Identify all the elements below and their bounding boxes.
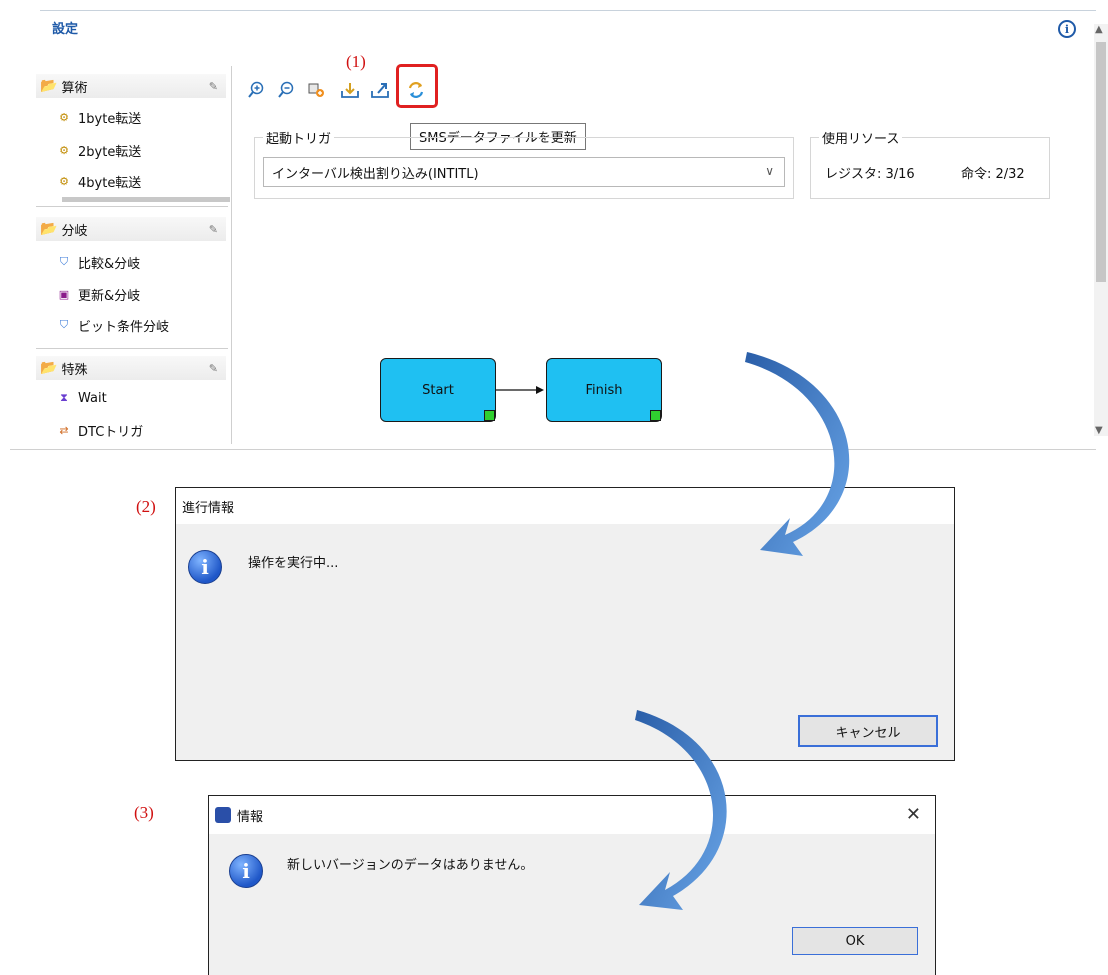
add-node-icon[interactable] — [306, 80, 326, 100]
step-label-2: (2) — [136, 497, 156, 516]
export-icon[interactable] — [370, 80, 390, 100]
gear-icon: ⚙ — [59, 110, 69, 124]
palette-section-special[interactable]: 📂 特殊 ✎ — [36, 356, 226, 380]
info-dialog: 情報 ✕ i 新しいバージョンのデータはありません。 OK — [208, 795, 936, 975]
curved-arrow-2 — [635, 710, 727, 910]
editor-title: 設定 — [52, 22, 79, 37]
flow-node-label: Start — [422, 382, 454, 398]
pin-icon[interactable]: ✎ — [209, 362, 218, 375]
palette-item-label: 2byte転送 — [78, 144, 142, 160]
palette: 📂 算術 ✎ ⚙ 1byte転送 ⚙ 2byte転送 ⚙ 4byte転送 📂 分… — [36, 66, 232, 444]
palette-section-label: 分岐 — [61, 223, 88, 239]
palette-item-2byte[interactable]: ⚙ 2byte転送 — [56, 139, 141, 161]
palette-scroll-indicator[interactable] — [62, 197, 230, 202]
node-port-icon[interactable] — [484, 410, 495, 421]
gear-icon: ⚙ — [59, 174, 69, 188]
palette-item-update-branch[interactable]: ▣ 更新&分岐 — [56, 283, 140, 305]
pin-icon[interactable]: ✎ — [209, 80, 218, 93]
palette-section-branch[interactable]: 📂 分岐 ✎ — [36, 217, 226, 241]
folder-icon: 📂 — [40, 78, 58, 94]
trigger-select[interactable]: インターバル検出割り込み(INTITL) ∨ — [263, 157, 785, 187]
folder-icon: 📂 — [40, 221, 58, 237]
flow-connector — [496, 386, 544, 394]
resources-group: 使用リソース レジスタ: 3/16 命令: 2/32 — [810, 128, 1050, 199]
register-usage: レジスタ: 3/16 — [825, 167, 915, 182]
step-label-3: (3) — [134, 803, 154, 822]
flow-node-label: Finish — [585, 382, 623, 398]
palette-item-label: Wait — [78, 390, 107, 406]
palette-item-compare-branch[interactable]: ⛉ 比較&分岐 — [56, 251, 140, 273]
chevron-down-icon: ∨ — [765, 164, 774, 178]
node-port-icon[interactable] — [650, 410, 661, 421]
scrollbar-thumb[interactable] — [1096, 42, 1106, 282]
palette-item-label: ビット条件分岐 — [78, 319, 170, 335]
divider — [36, 206, 228, 207]
palette-item-bit-branch[interactable]: ⛉ ビット条件分岐 — [56, 314, 169, 336]
flow-node-start[interactable]: Start — [380, 358, 496, 422]
palette-item-dtc-trigger[interactable]: ⇄ DTCトリガ — [56, 419, 143, 441]
info-icon: i — [229, 854, 263, 888]
folder-icon: 📂 — [40, 360, 58, 376]
divider — [36, 348, 228, 349]
import-icon[interactable] — [340, 80, 360, 100]
step-label-1: (1) — [346, 52, 366, 71]
info-message: 新しいバージョンのデータはありません。 — [287, 858, 534, 873]
ok-button[interactable]: OK — [792, 927, 918, 955]
palette-item-label: DTCトリガ — [78, 424, 144, 440]
palette-item-label: 4byte転送 — [78, 175, 142, 191]
compare-branch-icon: ⛉ — [59, 255, 69, 268]
hourglass-icon: ⧗ — [60, 391, 68, 404]
update-branch-icon: ▣ — [58, 287, 70, 301]
curved-arrow-1 — [745, 352, 850, 556]
palette-item-4byte[interactable]: ⚙ 4byte転送 — [56, 170, 141, 192]
trigger-group-title: 起動トリガ — [263, 128, 335, 147]
info-icon[interactable]: i — [1058, 20, 1076, 38]
palette-section-label: 特殊 — [61, 362, 88, 378]
cancel-button[interactable]: キャンセル — [798, 715, 938, 747]
close-icon[interactable]: ✕ — [906, 804, 921, 825]
scroll-up-icon[interactable]: ▲ — [1095, 24, 1103, 35]
zoom-in-icon[interactable] — [246, 80, 266, 100]
palette-item-wait[interactable]: ⧗ Wait — [56, 387, 107, 409]
refresh-highlight-box — [396, 64, 438, 108]
scroll-down-icon[interactable]: ▼ — [1095, 425, 1103, 436]
info-dialog-title: 情報 — [237, 809, 264, 825]
palette-item-1byte[interactable]: ⚙ 1byte転送 — [56, 106, 141, 128]
palette-item-label: 1byte転送 — [78, 111, 142, 127]
trigger-select-value: インターバル検出割り込み(INTITL) — [272, 166, 479, 182]
vertical-scrollbar[interactable]: ▲ ▼ — [1094, 24, 1108, 436]
editor-bottom-border — [10, 449, 1096, 450]
app-icon — [215, 807, 231, 823]
flow-node-finish[interactable]: Finish — [546, 358, 662, 422]
zoom-out-icon[interactable] — [276, 80, 296, 100]
gear-icon: ⚙ — [59, 143, 69, 157]
bit-branch-icon: ⛉ — [59, 318, 69, 331]
progress-message: 操作を実行中... — [248, 556, 339, 571]
progress-dialog-title: 進行情報 — [182, 500, 235, 516]
palette-section-arithmetic[interactable]: 📂 算術 ✎ — [36, 74, 226, 98]
info-icon: i — [188, 550, 222, 584]
pin-icon[interactable]: ✎ — [209, 223, 218, 236]
instruction-usage: 命令: 2/32 — [961, 167, 1025, 182]
palette-item-label: 比較&分岐 — [78, 256, 141, 272]
dtc-trigger-icon: ⇄ — [59, 423, 69, 437]
palette-item-label: 更新&分岐 — [78, 288, 141, 304]
palette-section-label: 算術 — [61, 80, 88, 96]
resources-group-title: 使用リソース — [819, 128, 903, 147]
info-dialog-titlebar: 情報 ✕ — [209, 796, 935, 834]
